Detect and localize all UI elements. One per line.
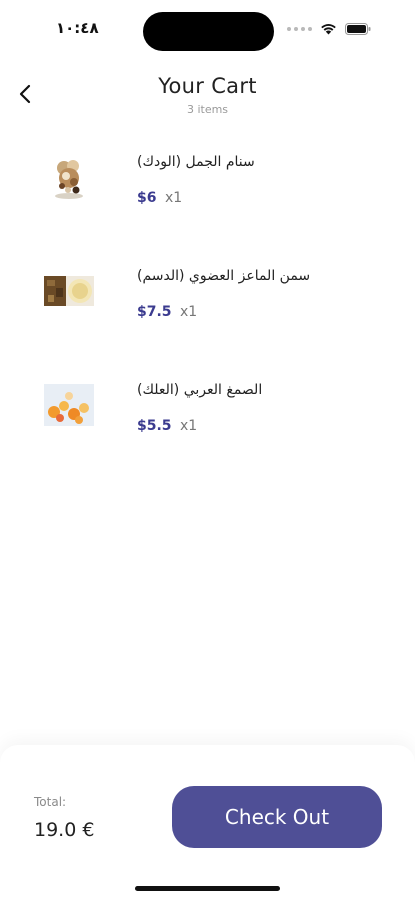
price-row: $6 x1: [137, 190, 182, 206]
cart-item[interactable]: الصمغ العربي (العلك) $5.5 x1: [0, 370, 415, 484]
product-name: الصمغ العربي (العلك): [137, 382, 263, 398]
page-title: Your Cart: [158, 74, 257, 98]
checkout-footer: Total: 19.0 € Check Out: [0, 745, 415, 900]
price-row: $5.5 x1: [137, 418, 197, 434]
price-row: $7.5 x1: [137, 304, 197, 320]
battery-icon: [345, 23, 371, 35]
total-value: 19.0 €: [34, 819, 95, 841]
product-quantity: x1: [164, 190, 183, 206]
product-price: $6: [137, 190, 157, 206]
product-name: سنام الجمل (الودك): [137, 154, 255, 170]
cellular-signal-icon: [287, 27, 312, 31]
checkout-button[interactable]: Check Out: [172, 786, 382, 848]
product-quantity: x1: [180, 304, 198, 320]
wifi-icon: [320, 23, 337, 35]
product-image: [44, 382, 94, 428]
cart-item[interactable]: سنام الجمل (الودك) $6 x1: [0, 142, 415, 256]
product-image: [44, 154, 94, 200]
product-name: سمن الماعز العضوي (الدسم): [137, 268, 311, 284]
status-time: ١٠:٤٨: [56, 19, 99, 37]
status-icons: [287, 23, 371, 35]
cart-list: سنام الجمل (الودك) $6 x1 سمن الماعز العض…: [0, 142, 415, 484]
total-label: Total:: [34, 795, 67, 809]
item-count: 3 items: [186, 103, 229, 116]
home-indicator[interactable]: [135, 886, 280, 891]
product-price: $5.5: [137, 418, 172, 434]
header: Your Cart 3 items: [0, 70, 415, 120]
dynamic-island: [143, 12, 274, 51]
product-price: $7.5: [137, 304, 172, 320]
cart-item[interactable]: سمن الماعز العضوي (الدسم) $7.5 x1: [0, 256, 415, 370]
product-quantity: x1: [180, 418, 198, 434]
product-image: [44, 268, 94, 314]
status-bar: ١٠:٤٨: [0, 0, 415, 60]
